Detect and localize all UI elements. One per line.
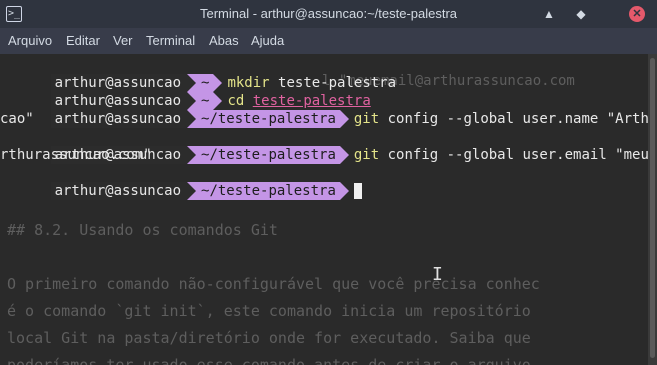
maximize-icon[interactable]: ◆	[573, 6, 589, 22]
ibeam-cursor-icon: I	[432, 264, 443, 285]
prompt-line: arthur@assuncao ~ mkdir teste-palestra	[0, 56, 396, 92]
command: git config --global user.email "meuemail…	[340, 147, 648, 163]
command-name: git	[353, 147, 380, 163]
menu-arquivo[interactable]: Arquivo	[8, 28, 52, 54]
prompt-dir: ~/teste-palestra	[187, 110, 349, 128]
command: git config --global user.name "ArthurAss…	[340, 111, 648, 127]
minimize-icon[interactable]: ▲	[541, 6, 557, 22]
prompt-user: arthur@assuncao	[50, 182, 188, 200]
command-name: git	[353, 111, 380, 127]
prompt-line: arthur@assuncao ~/teste-palestra git confi…	[0, 92, 648, 128]
close-icon[interactable]: ✕	[629, 6, 645, 22]
background-line-2: é o comando `git init`, este comando ini…	[7, 302, 531, 320]
scrollbar-thumb[interactable]	[650, 58, 655, 358]
background-line-1: O primeiro comando não-configurável que …	[7, 275, 540, 293]
prompt-dir: ~/teste-palestra	[187, 146, 349, 164]
title-bar: >_ Terminal - arthur@assuncao:~/teste-pa…	[0, 0, 657, 28]
menu-ver[interactable]: Ver	[113, 28, 133, 54]
prompt-dir: ~/teste-palestra	[187, 182, 349, 200]
menu-bar: Arquivo Editar Ver Terminal Abas Ajuda	[0, 28, 657, 54]
menu-abas[interactable]: Abas	[209, 28, 239, 54]
terminal-content[interactable]: ## 8.2. Usando os comandos Git O primeir…	[0, 54, 648, 365]
terminal-window: >_ Terminal - arthur@assuncao:~/teste-pa…	[0, 0, 657, 365]
background-line-4: poderíamos ter usado esse comando antes …	[7, 356, 531, 365]
wrapped-line: cao"	[0, 111, 34, 127]
menu-editar[interactable]: Editar	[66, 28, 100, 54]
background-line-3: local Git na pasta/diretório onde for ex…	[7, 329, 531, 347]
prompt-line: arthur@assuncao ~/teste-palestra	[0, 164, 362, 200]
window-title: Terminal - arthur@assuncao:~/teste-pales…	[199, 6, 458, 21]
prompt-user: arthur@assuncao	[50, 110, 188, 128]
command-args: config --global user.email "meuemail@a	[387, 147, 648, 163]
prompt-line: arthur@assuncao ~/teste-palestra git confi…	[0, 128, 648, 164]
menu-terminal[interactable]: Terminal	[146, 28, 195, 54]
command-args: config --global user.name "ArthurAssun	[387, 111, 648, 127]
wrapped-line: rthurassuncao.com"	[0, 147, 152, 163]
prompt-line: arthur@assuncao ~ cd teste-palestra	[0, 74, 371, 110]
scrollbar[interactable]	[648, 54, 657, 365]
menu-ajuda[interactable]: Ajuda	[251, 28, 284, 54]
background-heading: ## 8.2. Usando os comandos Git	[7, 221, 278, 239]
text-cursor	[353, 183, 362, 199]
